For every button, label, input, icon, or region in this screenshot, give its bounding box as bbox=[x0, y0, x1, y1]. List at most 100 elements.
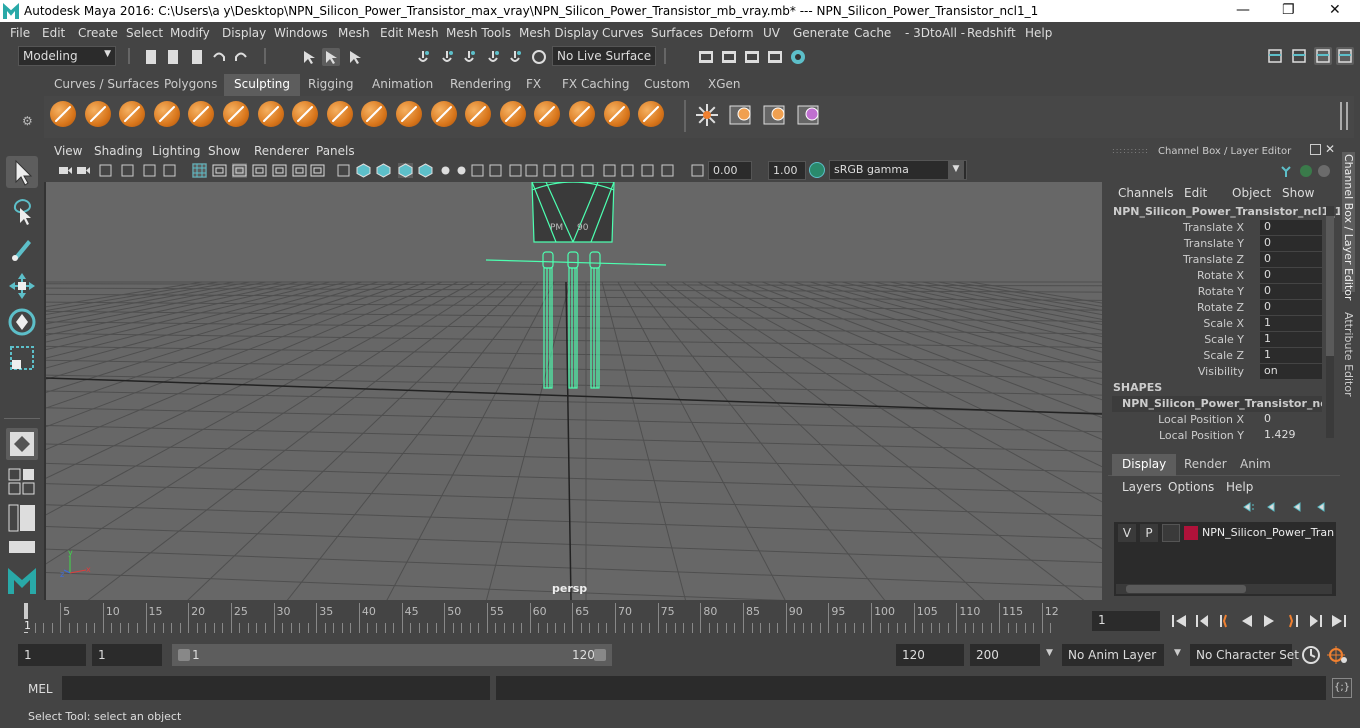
single-perspective-layout-button[interactable] bbox=[6, 428, 38, 460]
layer-playback-toggle[interactable]: P bbox=[1140, 524, 1158, 542]
end-time-field[interactable]: 200 bbox=[970, 644, 1040, 666]
safe-title-icon[interactable] bbox=[310, 163, 325, 178]
fill-tool-icon[interactable] bbox=[465, 101, 492, 127]
viewport-menu-show[interactable]: Show bbox=[208, 144, 240, 158]
menu-help[interactable]: Help bbox=[1025, 26, 1052, 40]
channel-value[interactable]: 0 bbox=[1260, 236, 1322, 251]
field-chart-icon[interactable] bbox=[272, 163, 287, 178]
exposure-field[interactable]: 0.00 bbox=[708, 161, 752, 180]
new-scene-icon[interactable] bbox=[142, 48, 160, 66]
xray-joints-icon[interactable] bbox=[580, 163, 595, 178]
menu-surfaces[interactable]: Surfaces bbox=[651, 26, 703, 40]
bulge-tool-icon[interactable] bbox=[569, 101, 595, 127]
range-end-handle[interactable] bbox=[594, 649, 606, 661]
color-management-icon[interactable] bbox=[809, 162, 825, 178]
shelf-scroll-icon[interactable] bbox=[1340, 102, 1348, 130]
bounding-box-icon[interactable] bbox=[620, 163, 635, 178]
script-editor-button[interactable]: {;} bbox=[1332, 678, 1352, 698]
layer-scrollbar[interactable] bbox=[1116, 584, 1332, 594]
shelf-tab-sculpting[interactable]: Sculpting bbox=[224, 74, 301, 96]
menu-mesh[interactable]: Mesh bbox=[338, 26, 370, 40]
smooth-shade-icon[interactable] bbox=[356, 163, 371, 178]
channel-menu-channels[interactable]: Channels bbox=[1118, 186, 1174, 200]
select-by-hierarchy-icon[interactable] bbox=[300, 48, 318, 66]
four-view-layout-button[interactable] bbox=[8, 468, 36, 496]
channel-value[interactable]: 1 bbox=[1260, 332, 1322, 347]
menu-windows[interactable]: Windows bbox=[274, 26, 328, 40]
menu-redshift[interactable]: Redshift bbox=[967, 26, 1016, 40]
layer-menu-help[interactable]: Help bbox=[1226, 480, 1253, 494]
snap-to-projected-center-icon[interactable] bbox=[484, 48, 502, 66]
channel-value[interactable]: 0 bbox=[1260, 252, 1322, 267]
grab-tool-icon[interactable] bbox=[153, 101, 180, 127]
shape-name[interactable]: NPN_Silicon_Power_Transistor_ncl1_... bbox=[1112, 396, 1322, 412]
menu-mesh-tools[interactable]: Mesh Tools bbox=[446, 26, 511, 40]
rotate-tool-button[interactable] bbox=[6, 306, 38, 338]
spray-tool-icon[interactable] bbox=[292, 101, 319, 127]
menu-cache[interactable]: Cache bbox=[854, 26, 891, 40]
gate-mask-icon[interactable] bbox=[252, 163, 267, 178]
knife-tool-icon[interactable] bbox=[499, 101, 526, 127]
sculpt-settings-tool-icon[interactable] bbox=[694, 102, 720, 128]
layer-tab-display[interactable]: Display bbox=[1112, 454, 1177, 476]
render-settings-icon[interactable] bbox=[766, 48, 784, 66]
channel-value[interactable]: 1 bbox=[1260, 348, 1322, 363]
menu-mesh-display[interactable]: Mesh Display bbox=[519, 26, 599, 40]
menu-generate[interactable]: Generate bbox=[793, 26, 849, 40]
shape-channel-row-local-position-x[interactable]: Local Position X 0 bbox=[1108, 412, 1340, 428]
time-slider[interactable]: 5 10 15 20 25 30 35 40 45 50 55 60 65 70 75 80 85 90 95 100… bbox=[18, 603, 1086, 633]
character-controls-icon[interactable] bbox=[1290, 47, 1308, 65]
open-scene-icon[interactable] bbox=[164, 48, 182, 66]
channel-row-rotate-z[interactable]: Rotate Z 0 bbox=[1108, 300, 1340, 316]
depth-of-field-icon[interactable] bbox=[524, 163, 539, 178]
wireframe-on-shaded-icon[interactable] bbox=[376, 163, 391, 178]
safe-action-icon[interactable] bbox=[292, 163, 307, 178]
channel-menu-edit[interactable]: Edit bbox=[1184, 186, 1207, 200]
chevron-down-icon[interactable]: ▼ bbox=[1046, 648, 1053, 658]
menu-edit-mesh[interactable]: Edit Mesh bbox=[380, 26, 439, 40]
close-icon[interactable]: ✕ bbox=[1325, 142, 1335, 156]
outliner-layout-button[interactable] bbox=[8, 504, 36, 532]
gamma-field[interactable]: 1.00 bbox=[768, 161, 806, 180]
paint-select-tool-button[interactable] bbox=[6, 232, 38, 264]
viewport-menu-view[interactable]: View bbox=[54, 144, 82, 158]
sculpt-layers-tool-icon[interactable] bbox=[796, 102, 822, 128]
channel-menu-show[interactable]: Show bbox=[1282, 186, 1314, 200]
shelf-tab-custom[interactable]: Custom bbox=[634, 74, 700, 96]
grip-handle[interactable]: :::::::::: bbox=[1112, 146, 1149, 155]
tab-attribute-editor[interactable]: Attribute Editor bbox=[1342, 312, 1355, 397]
viewport-menu-lighting[interactable]: Lighting bbox=[152, 144, 201, 158]
maximize-button[interactable]: ❐ bbox=[1282, 2, 1295, 18]
foamy-tool-icon[interactable] bbox=[257, 101, 284, 127]
mode-selector[interactable]: Modeling ▼ bbox=[18, 46, 116, 66]
motion-blur-icon[interactable] bbox=[488, 163, 503, 178]
menu-3dtoall[interactable]: - 3DtoAll - bbox=[905, 26, 965, 40]
anti-aliasing-icon[interactable] bbox=[508, 163, 523, 178]
pinch-tool-icon[interactable] bbox=[188, 101, 215, 127]
float-panel-icon[interactable] bbox=[1310, 144, 1321, 155]
viewport-menu-panels[interactable]: Panels bbox=[316, 144, 355, 158]
ambient-occlusion-icon[interactable] bbox=[470, 163, 485, 178]
shelf-tab-fx[interactable]: FX bbox=[516, 74, 551, 96]
channel-row-visibility[interactable]: Visibility on bbox=[1108, 364, 1340, 380]
wax-tool-icon[interactable] bbox=[396, 101, 422, 127]
menu-create[interactable]: Create bbox=[78, 26, 118, 40]
scrape-tool-icon[interactable] bbox=[430, 101, 457, 127]
channel-row-scale-z[interactable]: Scale Z 1 bbox=[1108, 348, 1340, 364]
channel-row-translate-y[interactable]: Translate Y 0 bbox=[1108, 236, 1340, 252]
move-tool-button[interactable] bbox=[6, 270, 38, 302]
channel-value[interactable]: on bbox=[1260, 364, 1322, 379]
menu-display[interactable]: Display bbox=[222, 26, 266, 40]
animation-preferences-icon[interactable] bbox=[1326, 644, 1350, 666]
menu-edit[interactable]: Edit bbox=[42, 26, 65, 40]
imprint-tool-icon[interactable] bbox=[361, 101, 388, 127]
menu-deform[interactable]: Deform bbox=[709, 26, 754, 40]
snap-to-grid-icon[interactable] bbox=[414, 48, 432, 66]
chevron-down-icon[interactable]: ▼ bbox=[1174, 648, 1181, 658]
channel-row-rotate-x[interactable]: Rotate X 0 bbox=[1108, 268, 1340, 284]
resolution-icon[interactable] bbox=[640, 163, 655, 178]
wireframe-icon[interactable] bbox=[336, 163, 351, 178]
repeat-tool-icon[interactable] bbox=[326, 101, 353, 127]
snap-to-point-icon[interactable] bbox=[460, 48, 478, 66]
camera-attributes-icon[interactable] bbox=[76, 163, 91, 178]
